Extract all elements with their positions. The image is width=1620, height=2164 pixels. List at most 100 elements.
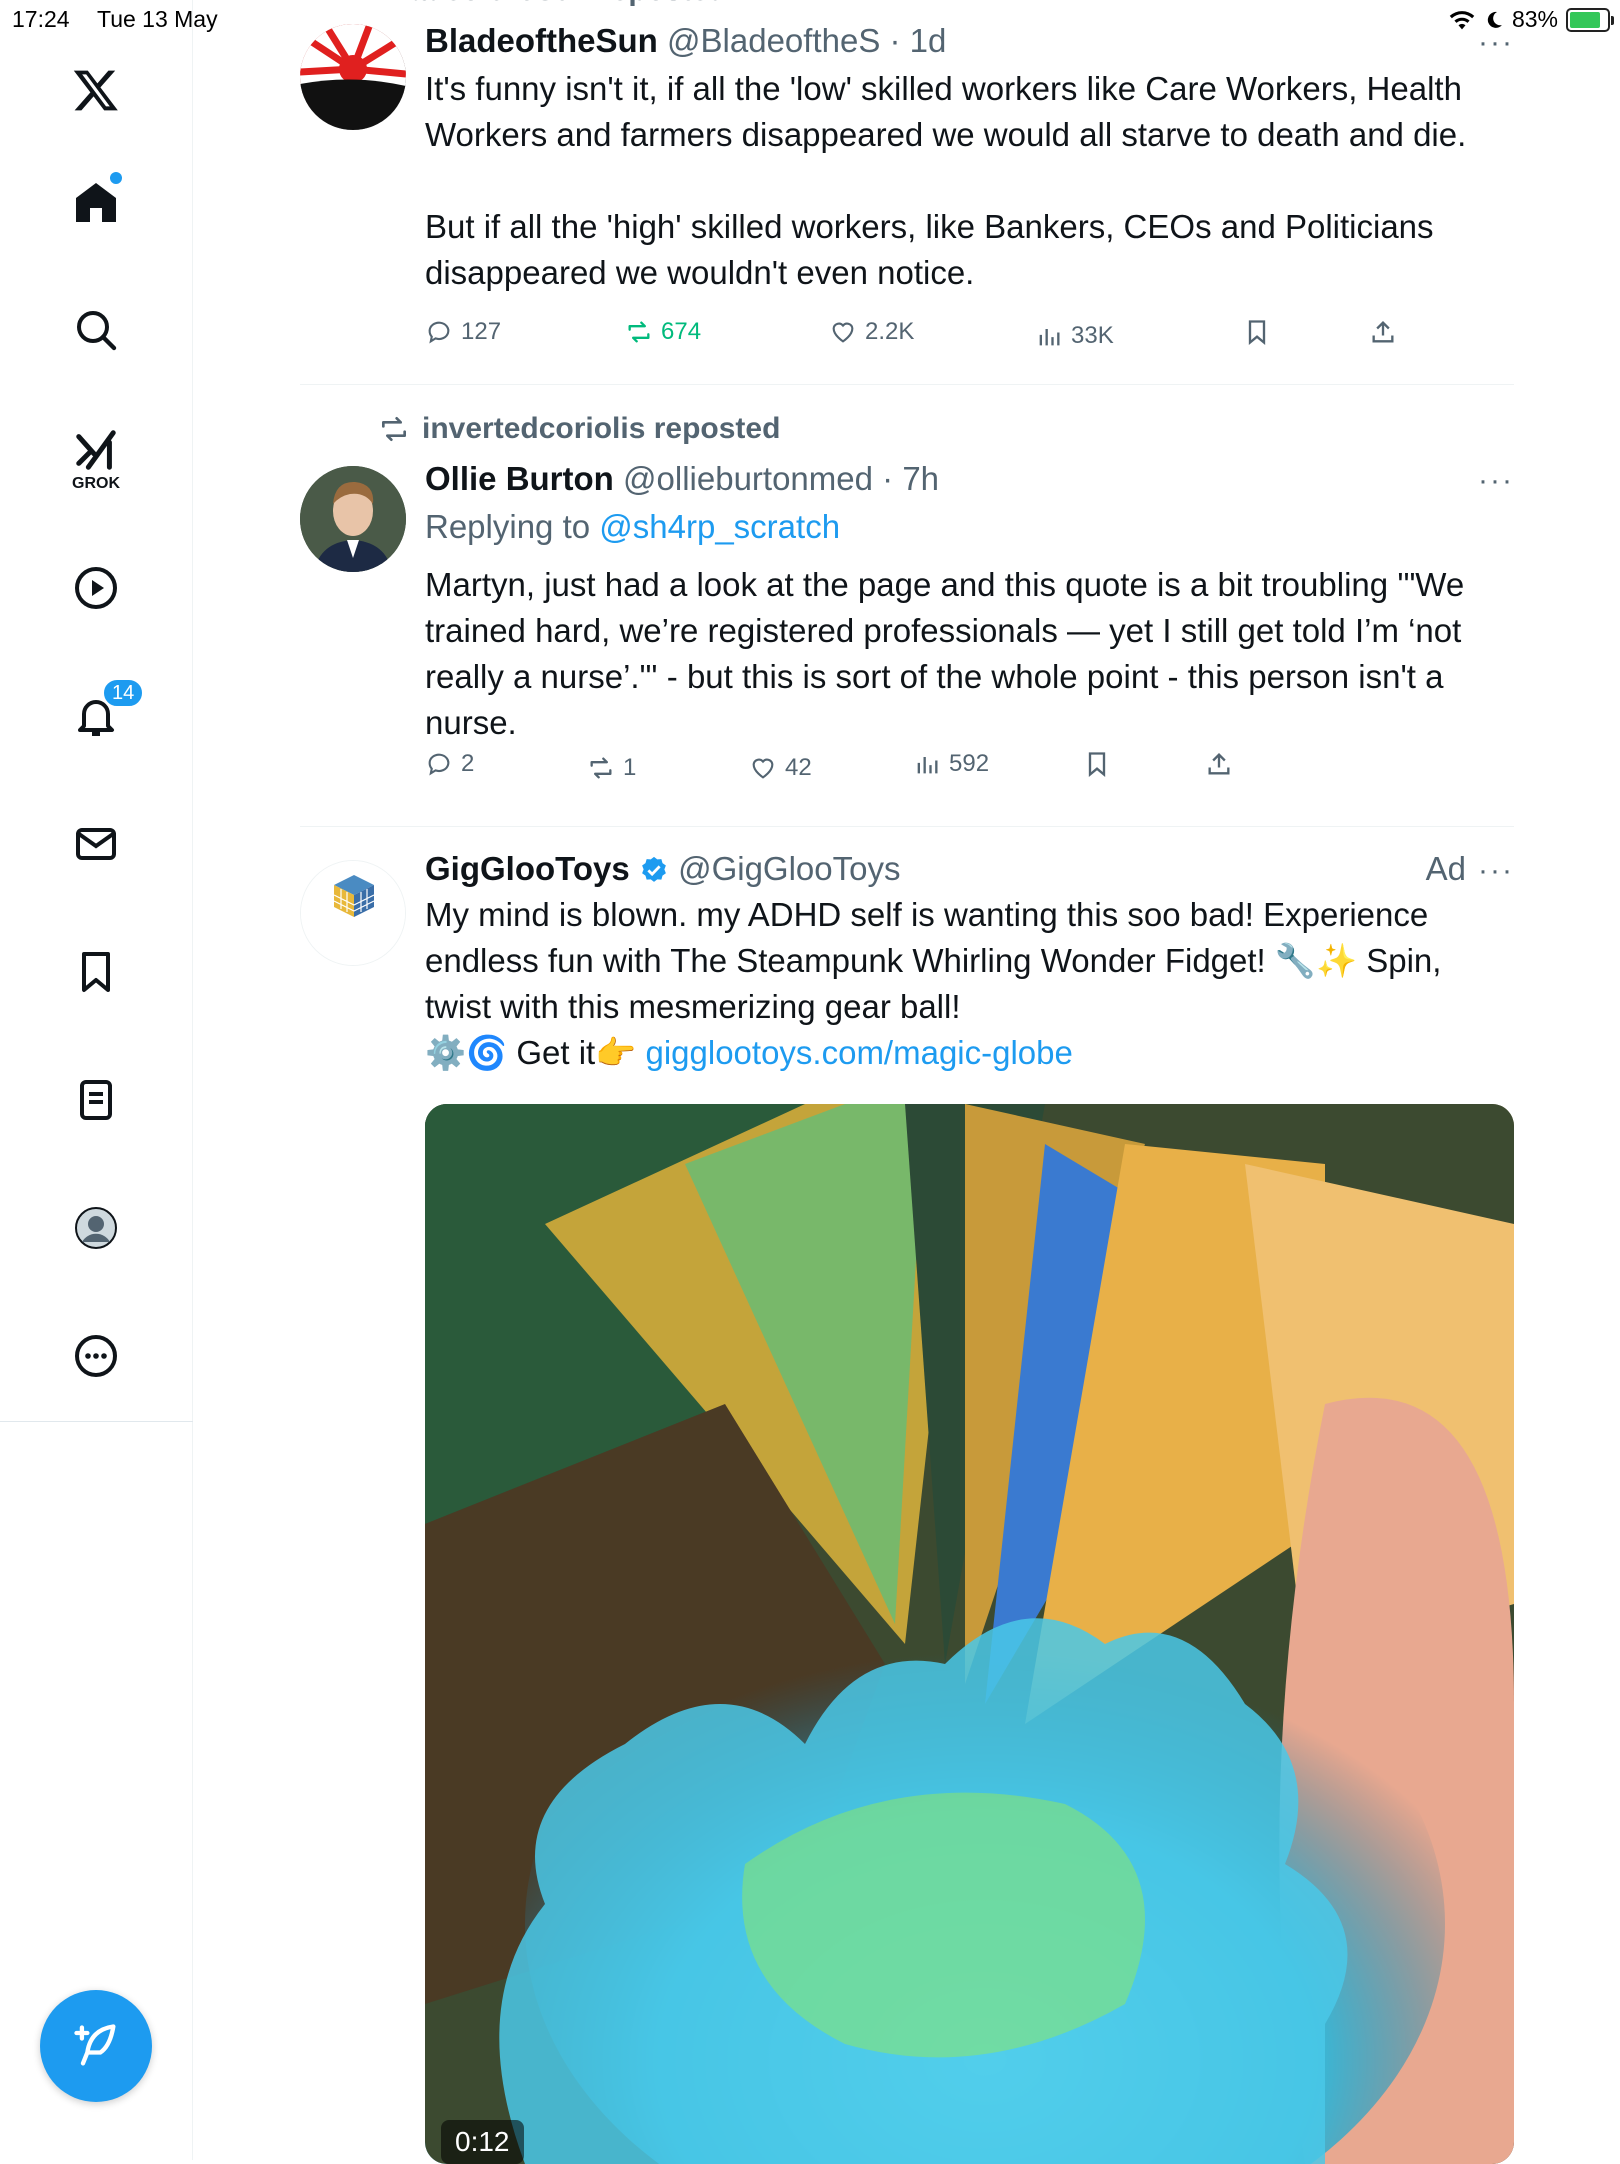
bookmark-icon [1248,320,1266,345]
like-button[interactable]: 2.2K [829,318,914,346]
author-handle[interactable]: @ollieburtonmed [623,460,873,497]
video-frame-image [425,1104,1514,2164]
replying-to-line: Replying to @sh4rp_scratch [425,506,1514,548]
repost-button[interactable]: 674 [625,318,701,346]
nav-bookmarks[interactable] [48,932,144,1012]
avatar[interactable] [300,24,406,130]
more-options-icon[interactable]: ··· [1478,460,1514,502]
author-handle[interactable]: @GigGlooToys [678,850,900,887]
grok-icon [76,430,116,470]
notifications-badge: 14 [102,678,145,708]
heart-icon [752,758,774,779]
more-circle-icon [75,1335,117,1377]
author-name[interactable]: GigGlooToys [425,850,630,887]
reply-button[interactable]: 127 [425,318,501,346]
tweet-body: GigGlooToys @GigGlooToys Ad ··· My mind … [425,848,1514,1076]
tweet-separator [300,826,1514,827]
bookmark-icon [1088,752,1106,777]
tweet-text: It's funny isn't it, if all the 'low' sk… [425,70,1467,291]
share-icon [1208,753,1230,775]
tweet-header: BladeoftheSun @BladeoftheS · 1d ··· [425,20,1514,62]
tweet-ad[interactable]: GigGlooToys @GigGlooToys Ad ··· My mind … [300,828,1514,2164]
tweet-time[interactable]: 1d [910,22,947,59]
tweet-header: GigGlooToys @GigGlooToys Ad ··· [425,848,1514,890]
views-button[interactable]: 592 [913,750,989,778]
video-timestamp: 0:12 [441,2120,524,2164]
bookmark-button[interactable] [1083,750,1111,778]
more-options-icon[interactable]: ··· [1478,850,1514,892]
verified-badge-icon [642,856,666,882]
tweet-text: Martyn, just had a look at the page and … [425,566,1474,741]
dot-separator: · [872,460,903,497]
like-count: 42 [785,754,812,781]
tweet[interactable]: invertedcoriolis reposted Ollie Burton @… [300,386,1514,826]
author-name[interactable]: BladeoftheSun [425,22,658,59]
reply-count: 127 [461,318,502,345]
more-options-icon[interactable]: ··· [1478,22,1514,64]
nav-notifications[interactable]: 14 [48,676,145,756]
battery-percent: 83% [1511,6,1558,32]
nav-video[interactable] [48,548,144,628]
reply-icon [428,753,450,776]
like-button[interactable]: 42 [749,754,812,782]
bookmark-button[interactable] [1243,318,1271,346]
profile-icon [75,1207,117,1249]
compose-feather-icon [74,2024,116,2066]
repost-header-text: BladeoftheSun reposted [380,0,727,8]
tweet-header: Ollie Burton @ollieburtonmed · 7h ··· [425,458,1514,500]
nav-grok[interactable]: GROK [48,412,144,508]
nav-profile[interactable] [48,1188,144,1268]
nav-search[interactable] [48,290,144,370]
nav-home[interactable] [48,162,144,242]
reply-button[interactable]: 2 [425,750,474,778]
reply-count: 2 [461,750,475,777]
avatar-rising-sun-image [300,24,406,130]
battery-icon [1566,7,1614,32]
replying-to-label: Replying to [425,508,591,545]
tweet-time[interactable]: 7h [902,460,939,497]
tweet-separator [300,384,1514,385]
tweet[interactable]: BladeoftheSun reposted BladeoftheSun @Bl… [300,0,1514,385]
view-count: 33K [1071,322,1114,349]
avatar-photo [300,466,406,572]
replying-to-handle[interactable]: @sh4rp_scratch [599,508,840,545]
list-icon [80,1080,112,1120]
nav-messages[interactable] [48,804,144,884]
view-count: 592 [949,750,990,777]
repost-icon [382,417,406,441]
author-name[interactable]: Ollie Burton [425,460,614,497]
x-logo-icon[interactable] [48,50,144,130]
like-count: 2.2K [865,318,915,345]
ad-video[interactable]: 0:12 [425,1104,1514,2164]
share-button[interactable] [1205,750,1233,778]
tweet-body: BladeoftheSun @BladeoftheS · 1d ··· It's… [425,20,1514,349]
share-icon [1372,321,1394,343]
repost-button[interactable]: 1 [587,754,636,782]
ad-label: Ad [1425,850,1466,887]
grok-label: GROK [72,475,120,492]
avatar[interactable] [300,860,406,966]
tweet-body: Ollie Burton @ollieburtonmed · 7h ··· Re… [425,458,1514,781]
repost-header: BladeoftheSun reposted [380,0,727,8]
avatar[interactable] [300,466,406,572]
nav-more[interactable] [48,1316,144,1396]
views-chart-icon [1039,329,1060,346]
ad-link[interactable]: gigglootoys.com/magic-globe [645,1034,1072,1071]
reply-icon [428,321,450,344]
views-button[interactable]: 33K [1035,322,1114,350]
tweet-text: My mind is blown. my ADHD self is wantin… [425,892,1514,1076]
heart-icon [832,322,854,343]
repost-header: invertedcoriolis reposted [378,412,780,446]
search-icon [77,311,117,351]
compose-button[interactable] [40,1990,152,2102]
views-chart-icon [917,757,938,774]
repost-count: 674 [661,318,702,345]
home-notification-dot [110,172,122,184]
repost-count: 1 [623,754,637,781]
share-button[interactable] [1369,318,1397,346]
play-icon [75,567,117,609]
sidebar-divider [0,1421,193,1422]
repost-icon [628,321,650,343]
author-handle[interactable]: @BladeoftheS [667,22,880,59]
nav-lists[interactable] [48,1060,144,1140]
